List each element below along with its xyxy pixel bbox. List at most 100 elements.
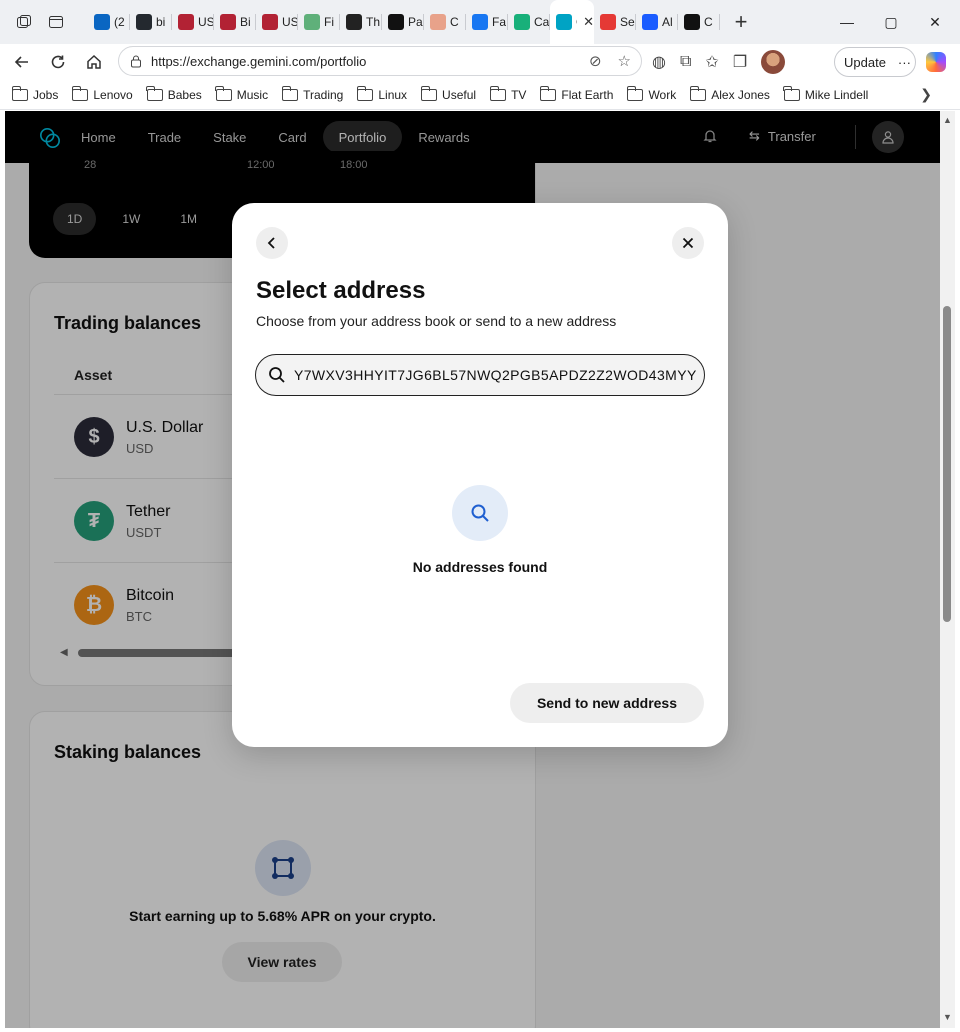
browser-tab[interactable]: US xyxy=(172,0,214,44)
bookmark-folder[interactable]: Flat Earth xyxy=(539,85,613,102)
favorite-star-icon[interactable]: ☆ xyxy=(618,52,631,70)
update-label: Update xyxy=(844,54,886,70)
back-button[interactable] xyxy=(256,227,288,259)
fi-icon xyxy=(304,14,320,30)
browser-tab-bar: (2biUSBiUSFiThPaCFaCaG✕SeAlC + xyxy=(0,0,960,44)
browser-tab[interactable]: Al xyxy=(636,0,678,44)
tab-title: Se xyxy=(620,15,635,29)
browser-tab[interactable]: Ca xyxy=(508,0,550,44)
browser-tab[interactable]: Se xyxy=(594,0,636,44)
tab-title: Fi xyxy=(324,15,334,29)
new-tab-button[interactable]: + xyxy=(724,5,758,39)
amazon-icon xyxy=(346,14,362,30)
bookmark-label: Alex Jones xyxy=(711,87,770,102)
maximize-button[interactable]: ▢ xyxy=(868,0,914,44)
select-address-modal: Select address Choose from your address … xyxy=(232,203,728,747)
bookmark-folder[interactable]: Useful xyxy=(420,85,476,102)
bookmark-label: Jobs xyxy=(33,87,59,102)
browser-tab[interactable]: Pa xyxy=(382,0,424,44)
tab-title: bi xyxy=(156,15,166,29)
bookmarks-more-chevron-icon[interactable]: ❯ xyxy=(920,86,932,103)
bookmark-folder[interactable]: Linux xyxy=(356,85,408,102)
browser-tab[interactable]: bi xyxy=(130,0,172,44)
tab-title: C xyxy=(704,15,713,29)
back-button[interactable] xyxy=(4,46,40,78)
bookmark-label: Music xyxy=(236,87,269,102)
folder-icon xyxy=(71,85,89,101)
browser-tab[interactable]: G✕ xyxy=(550,0,594,44)
collections-icon[interactable]: ❐ xyxy=(733,52,747,72)
page-vertical-scrollbar[interactable]: ▲ ▼ xyxy=(940,111,955,1028)
bookmark-folder[interactable]: Babes xyxy=(146,85,202,102)
copilot-icon[interactable] xyxy=(926,52,946,72)
bookmark-folder[interactable]: Music xyxy=(215,85,269,102)
browser-tab[interactable]: C xyxy=(678,0,720,44)
folder-icon xyxy=(420,85,438,101)
home-icon xyxy=(87,54,101,69)
url-text: https://exchange.gemini.com/portfolio xyxy=(151,53,367,69)
folder-icon xyxy=(11,85,28,101)
browser-tab[interactable]: C xyxy=(424,0,466,44)
tab-close-icon[interactable]: ✕ xyxy=(583,14,594,30)
close-button[interactable] xyxy=(672,227,704,259)
folder-icon xyxy=(539,85,557,101)
browser-tab[interactable]: Fa xyxy=(466,0,508,44)
update-button[interactable]: Update ··· xyxy=(834,47,916,77)
folder-icon xyxy=(215,85,232,101)
workspaces-icon[interactable] xyxy=(8,6,40,38)
close-window-button[interactable]: ✕ xyxy=(912,0,958,44)
favorites-icon[interactable]: ✩ xyxy=(705,52,718,72)
flag-icon xyxy=(178,14,194,30)
openai-icon xyxy=(388,14,404,30)
refresh-icon xyxy=(51,55,65,69)
bookmark-label: Work xyxy=(648,87,677,102)
tab-title: Pa xyxy=(408,15,423,29)
folder-icon xyxy=(783,85,800,101)
refresh-button[interactable] xyxy=(40,46,76,78)
bookmark-folder[interactable]: Lenovo xyxy=(71,85,133,102)
extension-cookie-icon[interactable]: ◍ xyxy=(652,52,666,72)
lock-icon xyxy=(131,55,141,68)
address-search-input[interactable] xyxy=(294,367,702,383)
send-to-new-address-button[interactable]: Send to new address xyxy=(510,683,704,723)
tracking-prevention-icon[interactable]: ⊘ xyxy=(589,52,602,70)
empty-search-icon xyxy=(452,485,508,541)
address-bar-row: https://exchange.gemini.com/portfolio ⊘ … xyxy=(0,44,960,80)
bookmark-folder[interactable]: TV xyxy=(489,85,526,102)
scroll-up-icon[interactable]: ▲ xyxy=(943,115,952,125)
vertical-scrollbar-thumb[interactable] xyxy=(943,306,951,622)
tab-actions-icon[interactable] xyxy=(40,6,72,38)
c-icon xyxy=(642,14,658,30)
scroll-down-icon[interactable]: ▼ xyxy=(943,1012,952,1022)
bookmark-folder[interactable]: Mike Lindell xyxy=(783,85,869,102)
browser-tab[interactable]: Fi xyxy=(298,0,340,44)
bookmark-folder[interactable]: Trading xyxy=(281,85,344,102)
bookmark-folder[interactable]: Jobs xyxy=(11,85,59,102)
extensions-puzzle-icon[interactable]: ⧉ xyxy=(680,53,691,71)
tab-title: Th xyxy=(366,15,381,29)
tab-title: G xyxy=(576,15,577,29)
chevron-left-icon xyxy=(267,237,275,249)
minimize-button[interactable]: — xyxy=(824,0,870,44)
home-button[interactable] xyxy=(76,46,112,78)
profile-avatar[interactable] xyxy=(761,50,786,74)
address-search-field[interactable] xyxy=(255,354,705,396)
folder-icon xyxy=(281,85,299,101)
tab-title: Al xyxy=(662,15,673,29)
browser-tab[interactable]: Th xyxy=(340,0,382,44)
modal-subtitle: Choose from your address book or send to… xyxy=(256,313,617,329)
bookmark-label: Linux xyxy=(378,87,408,102)
browser-tab[interactable]: (2 xyxy=(88,0,130,44)
bookmark-label: Mike Lindell xyxy=(804,87,869,102)
folder-icon xyxy=(689,85,707,101)
bookmark-label: Trading xyxy=(303,87,344,102)
bookmark-folder[interactable]: Work xyxy=(626,85,677,102)
tab-title: Ca xyxy=(534,15,550,29)
browser-tab[interactable]: US xyxy=(256,0,298,44)
k-icon xyxy=(514,14,530,30)
tab-title: US xyxy=(198,15,214,29)
tab-title: Bi xyxy=(240,15,251,29)
url-bar[interactable]: https://exchange.gemini.com/portfolio ⊘ … xyxy=(118,46,642,76)
bookmark-folder[interactable]: Alex Jones xyxy=(689,85,770,102)
browser-tab[interactable]: Bi xyxy=(214,0,256,44)
